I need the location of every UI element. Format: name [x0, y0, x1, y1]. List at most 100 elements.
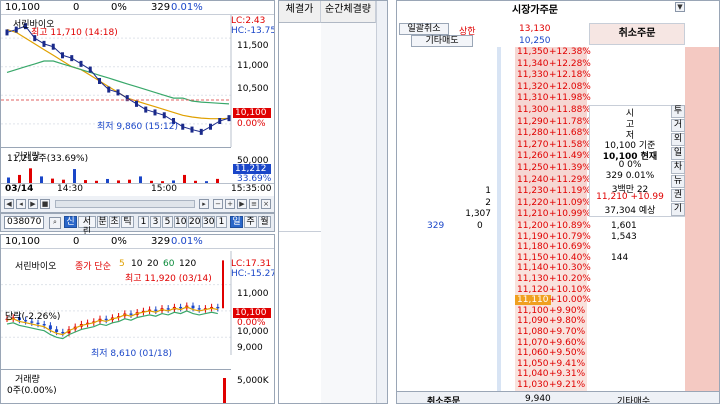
- info-line: 11,210 +10.99: [596, 192, 664, 203]
- ask-row[interactable]: 11,320 +12.08%: [397, 82, 719, 93]
- ask-pct: +11.29%: [549, 174, 591, 185]
- ask-row[interactable]: 11,330 +12.18%: [397, 70, 719, 81]
- ask-price: 11,350: [517, 47, 549, 57]
- volume-bar-last: [223, 378, 226, 403]
- bid-row[interactable]: 11,050 +9.41%: [397, 358, 719, 369]
- tb-1b[interactable]: 1: [216, 216, 227, 228]
- ask-price: 11,290: [517, 116, 549, 127]
- scroll-next-icon[interactable]: ▸: [199, 199, 209, 209]
- scroll-stop-icon[interactable]: ■: [40, 199, 50, 209]
- bid-row[interactable]: 11,080 +9.70%: [397, 327, 719, 337]
- bid-price: 11,040: [517, 369, 549, 380]
- volume-value-label-2: 0주(0.00%): [7, 386, 57, 396]
- tb-1[interactable]: 1: [138, 216, 149, 228]
- scroll-prev-icon[interactable]: ◂: [16, 199, 26, 209]
- bid-row[interactable]: 11,180 +10.69%: [397, 242, 719, 252]
- tb-name[interactable]: 서린: [78, 216, 96, 237]
- search-icon[interactable]: ⌕: [49, 217, 61, 229]
- quote-header-2: 10,100 0 0% 329 0.01%: [1, 235, 274, 249]
- bid-price: 11,190: [517, 231, 549, 242]
- tb-tick[interactable]: 틱: [121, 216, 134, 228]
- bid-row[interactable]: 11,100 +9.90%: [397, 306, 719, 316]
- scroll-first-icon[interactable]: ◀: [4, 199, 14, 209]
- ask-row[interactable]: 11,340 +12.28%: [397, 58, 719, 70]
- tb-month[interactable]: 월: [258, 216, 271, 228]
- bid-row[interactable]: 11,130 +10.20%: [397, 274, 719, 284]
- tb-minute[interactable]: 분: [97, 216, 108, 228]
- tb-3[interactable]: 3: [150, 216, 161, 228]
- bid-row[interactable]: 11,090 +9.80%: [397, 316, 719, 326]
- tb-day[interactable]: 일: [230, 216, 243, 228]
- ask-price: 11,230: [517, 186, 549, 197]
- ask-price: 11,340: [517, 58, 549, 69]
- settings-icon[interactable]: ≡: [249, 199, 259, 209]
- bid-pct: +9.21%: [549, 380, 586, 390]
- close-icon[interactable]: ×: [261, 199, 271, 209]
- side-tab[interactable]: 차: [671, 161, 685, 174]
- bid-row[interactable]: 11,190 +10.79% 1,543: [397, 231, 719, 242]
- bid-pct: +9.31%: [549, 369, 586, 380]
- ask-price: 11,210: [517, 209, 549, 220]
- info-line: 0 0%: [618, 160, 642, 170]
- cancel-all-button[interactable]: 일괄취소: [399, 23, 449, 35]
- cancel-order-header[interactable]: 취소주문: [589, 23, 685, 45]
- ask-price: 11,250: [517, 163, 549, 173]
- ask-pct: +11.09%: [549, 197, 591, 208]
- tb-new[interactable]: 신: [64, 216, 77, 228]
- scroll-play-icon[interactable]: ▶: [28, 199, 38, 209]
- bid-pct: +10.40%: [549, 252, 591, 263]
- side-tab[interactable]: 뉴: [671, 175, 685, 188]
- change-value-2: 0: [73, 236, 80, 247]
- bid-row[interactable]: 11,200 +10.89% 1,601: [397, 221, 719, 231]
- bid-pct: +10.00%: [549, 295, 591, 306]
- side-tab[interactable]: 외: [671, 133, 685, 146]
- bid-row[interactable]: 11,150 +10.40% 144: [397, 252, 719, 263]
- volume-bar: [183, 174, 186, 183]
- bid-row[interactable]: 11,070 +9.60%: [397, 338, 719, 348]
- ask-row[interactable]: 11,310 +11.98%: [397, 93, 719, 104]
- bid-row[interactable]: 11,110 +10.00%: [397, 295, 719, 306]
- side-tab[interactable]: 일: [671, 147, 685, 160]
- volume-bar: [73, 169, 76, 183]
- stock-code-input[interactable]: 038070: [4, 216, 44, 229]
- daily-chart-panel: 10,100 0 0% 329 0.01% 서린바이오 종가 단순 5 10 2…: [0, 234, 275, 404]
- bid-row[interactable]: 11,140 +10.30%: [397, 263, 719, 273]
- zoom-out-icon[interactable]: −: [213, 199, 223, 209]
- tb-week[interactable]: 주: [244, 216, 257, 228]
- other-buy-label[interactable]: 기타매수: [617, 394, 650, 403]
- tb-5[interactable]: 5: [162, 216, 173, 228]
- bid-row[interactable]: 11,060 +9.50%: [397, 348, 719, 358]
- current-price: 10,100: [5, 2, 40, 13]
- ref-price: 10,250: [519, 36, 551, 46]
- ask-row[interactable]: 11,350 +12.38%: [397, 47, 719, 58]
- tb-20[interactable]: 20: [188, 216, 201, 228]
- tb-second[interactable]: 초: [109, 216, 120, 228]
- bid-row[interactable]: 11,040 +9.31%: [397, 369, 719, 380]
- lc-label: LC:2.43: [231, 16, 266, 26]
- bid-pct: +10.79%: [549, 231, 591, 242]
- left-val-1: 0: [477, 221, 483, 231]
- ma-label-0: 종가 단순: [75, 262, 111, 272]
- side-tab[interactable]: 기: [671, 203, 685, 216]
- vol-tick-2: 5,000K: [237, 376, 269, 386]
- tb-10[interactable]: 10: [174, 216, 187, 228]
- bid-row[interactable]: 11,030 +9.21%: [397, 380, 719, 390]
- tick-scrollbar[interactable]: [376, 1, 387, 403]
- scrollbar-track[interactable]: [55, 200, 195, 208]
- bottom-cancel-label[interactable]: 취소주문: [427, 394, 460, 403]
- bid-row[interactable]: 11,120 +10.10%: [397, 285, 719, 295]
- dropdown-icon[interactable]: ▼: [675, 2, 685, 12]
- side-tab[interactable]: 권: [671, 189, 685, 202]
- order-book-panel: 시장가주문 ▼ 일괄취소 상한 13,130 기타매도 10,250 취소주문 …: [396, 0, 720, 404]
- tick-shade: [321, 23, 376, 403]
- other-sell-button[interactable]: 기타매도: [411, 35, 473, 47]
- scroll-end-icon[interactable]: ▶: [237, 199, 247, 209]
- side-tab[interactable]: 투: [671, 105, 685, 118]
- volume-pct: 0.01%: [171, 2, 203, 13]
- zoom-in-icon[interactable]: +: [225, 199, 235, 209]
- ask-qty: 2: [485, 197, 491, 208]
- high-marker-label: 최고 11,710 (14:18): [31, 28, 118, 38]
- bid-pct: +9.41%: [549, 358, 586, 369]
- side-tab[interactable]: 거: [671, 119, 685, 132]
- tb-30[interactable]: 30: [202, 216, 215, 228]
